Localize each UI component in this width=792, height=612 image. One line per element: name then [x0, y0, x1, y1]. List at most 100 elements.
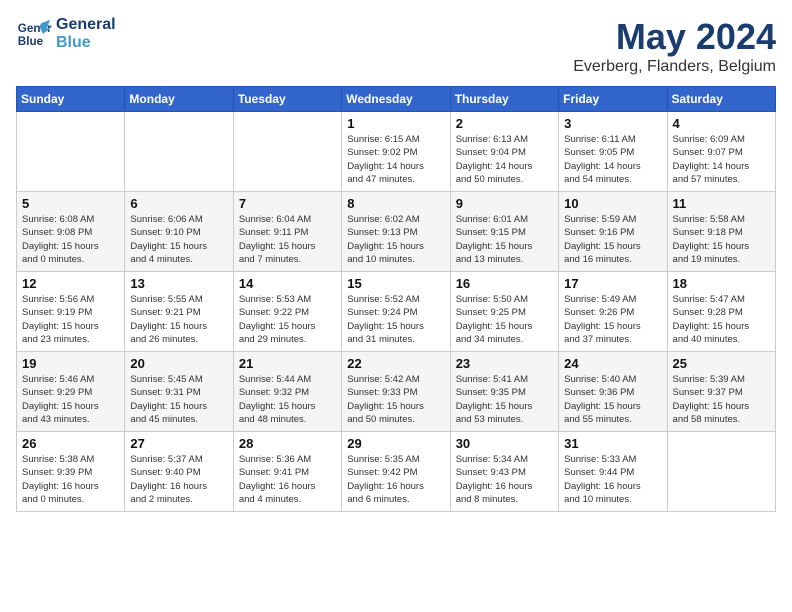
day-number: 16 [456, 276, 553, 291]
day-number: 21 [239, 356, 336, 371]
page-header: General Blue General Blue May 2024 Everb… [16, 16, 776, 76]
day-number: 6 [130, 196, 227, 211]
day-number: 30 [456, 436, 553, 451]
day-of-week-header: Wednesday [342, 87, 450, 112]
day-info: Sunrise: 5:55 AM Sunset: 9:21 PM Dayligh… [130, 293, 227, 346]
calendar-day-cell [233, 112, 341, 192]
day-info: Sunrise: 5:50 AM Sunset: 9:25 PM Dayligh… [456, 293, 553, 346]
day-info: Sunrise: 5:58 AM Sunset: 9:18 PM Dayligh… [673, 213, 770, 266]
day-info: Sunrise: 5:42 AM Sunset: 9:33 PM Dayligh… [347, 373, 444, 426]
calendar-day-cell: 10 Sunrise: 5:59 AM Sunset: 9:16 PM Dayli… [559, 192, 667, 272]
day-number: 12 [22, 276, 119, 291]
day-of-week-header: Friday [559, 87, 667, 112]
calendar-day-cell: 30Sunrise: 5:34 AM Sunset: 9:43 PM Dayli… [450, 432, 558, 512]
day-info: Sunrise: 5:52 AM Sunset: 9:24 PM Dayligh… [347, 293, 444, 346]
day-info: Sunrise: 6:09 AM Sunset: 9:07 PM Dayligh… [673, 133, 770, 186]
day-info: Sunrise: 5:46 AM Sunset: 9:29 PM Dayligh… [22, 373, 119, 426]
calendar-day-cell: 19 Sunrise: 5:46 AM Sunset: 9:29 PM Dayli… [17, 352, 125, 432]
logo-icon: General Blue [16, 16, 52, 52]
day-number: 13 [130, 276, 227, 291]
day-number: 28 [239, 436, 336, 451]
calendar-day-cell: 15 Sunrise: 5:52 AM Sunset: 9:24 PM Dayli… [342, 272, 450, 352]
day-info: Sunrise: 5:39 AM Sunset: 9:37 PM Dayligh… [673, 373, 770, 426]
day-number: 14 [239, 276, 336, 291]
title-block: May 2024 Everberg, Flanders, Belgium [573, 16, 776, 76]
day-info: Sunrise: 5:49 AM Sunset: 9:26 PM Dayligh… [564, 293, 661, 346]
day-info: Sunrise: 6:01 AM Sunset: 9:15 PM Dayligh… [456, 213, 553, 266]
calendar-day-cell: 4 Sunrise: 6:09 AM Sunset: 9:07 PM Daylig… [667, 112, 775, 192]
logo-text-line1: General [56, 16, 116, 34]
day-info: Sunrise: 5:59 AM Sunset: 9:16 PM Dayligh… [564, 213, 661, 266]
day-info: Sunrise: 5:44 AM Sunset: 9:32 PM Dayligh… [239, 373, 336, 426]
day-info: Sunrise: 6:13 AM Sunset: 9:04 PM Dayligh… [456, 133, 553, 186]
day-info: Sunrise: 5:47 AM Sunset: 9:28 PM Dayligh… [673, 293, 770, 346]
calendar-week-row: 26 Sunrise: 5:38 AM Sunset: 9:39 PM Dayli… [17, 432, 776, 512]
day-number: 17 [564, 276, 661, 291]
day-info: Sunrise: 5:41 AM Sunset: 9:35 PM Dayligh… [456, 373, 553, 426]
day-number: 15 [347, 276, 444, 291]
calendar-week-row: 19 Sunrise: 5:46 AM Sunset: 9:29 PM Dayli… [17, 352, 776, 432]
day-info: Sunrise: 6:11 AM Sunset: 9:05 PM Dayligh… [564, 133, 661, 186]
logo: General Blue General Blue [16, 16, 116, 52]
calendar-day-cell: 6 Sunrise: 6:06 AM Sunset: 9:10 PM Daylig… [125, 192, 233, 272]
calendar-day-cell: 5Sunrise: 6:08 AM Sunset: 9:08 PM Daylig… [17, 192, 125, 272]
day-of-week-header: Monday [125, 87, 233, 112]
day-number: 20 [130, 356, 227, 371]
day-info: Sunrise: 5:36 AM Sunset: 9:41 PM Dayligh… [239, 453, 336, 506]
day-number: 3 [564, 116, 661, 131]
day-number: 1 [347, 116, 444, 131]
calendar-week-row: 5Sunrise: 6:08 AM Sunset: 9:08 PM Daylig… [17, 192, 776, 272]
day-number: 25 [673, 356, 770, 371]
calendar-day-cell: 7Sunrise: 6:04 AM Sunset: 9:11 PM Daylig… [233, 192, 341, 272]
calendar-day-cell: 28 Sunrise: 5:36 AM Sunset: 9:41 PM Dayli… [233, 432, 341, 512]
calendar-day-cell: 20Sunrise: 5:45 AM Sunset: 9:31 PM Dayli… [125, 352, 233, 432]
calendar-day-cell: 1 Sunrise: 6:15 AM Sunset: 9:02 PM Daylig… [342, 112, 450, 192]
calendar-day-cell: 2Sunrise: 6:13 AM Sunset: 9:04 PM Daylig… [450, 112, 558, 192]
day-number: 24 [564, 356, 661, 371]
day-number: 26 [22, 436, 119, 451]
day-info: Sunrise: 5:37 AM Sunset: 9:40 PM Dayligh… [130, 453, 227, 506]
day-number: 11 [673, 196, 770, 211]
calendar-day-cell: 17 Sunrise: 5:49 AM Sunset: 9:26 PM Dayli… [559, 272, 667, 352]
calendar-day-cell [667, 432, 775, 512]
day-info: Sunrise: 5:38 AM Sunset: 9:39 PM Dayligh… [22, 453, 119, 506]
calendar-day-cell: 22 Sunrise: 5:42 AM Sunset: 9:33 PM Dayli… [342, 352, 450, 432]
calendar-day-cell: 26 Sunrise: 5:38 AM Sunset: 9:39 PM Dayli… [17, 432, 125, 512]
calendar-week-row: 12 Sunrise: 5:56 AM Sunset: 9:19 PM Dayli… [17, 272, 776, 352]
calendar-day-cell: 23Sunrise: 5:41 AM Sunset: 9:35 PM Dayli… [450, 352, 558, 432]
calendar-header-row: SundayMondayTuesdayWednesdayThursdayFrid… [17, 87, 776, 112]
logo-text-line2: Blue [56, 34, 116, 52]
day-info: Sunrise: 6:02 AM Sunset: 9:13 PM Dayligh… [347, 213, 444, 266]
day-of-week-header: Saturday [667, 87, 775, 112]
day-info: Sunrise: 5:56 AM Sunset: 9:19 PM Dayligh… [22, 293, 119, 346]
day-number: 4 [673, 116, 770, 131]
day-number: 9 [456, 196, 553, 211]
day-of-week-header: Tuesday [233, 87, 341, 112]
day-number: 10 [564, 196, 661, 211]
day-number: 19 [22, 356, 119, 371]
location: Everberg, Flanders, Belgium [573, 58, 776, 76]
day-info: Sunrise: 6:15 AM Sunset: 9:02 PM Dayligh… [347, 133, 444, 186]
calendar-week-row: 1 Sunrise: 6:15 AM Sunset: 9:02 PM Daylig… [17, 112, 776, 192]
day-number: 29 [347, 436, 444, 451]
calendar-day-cell: 3 Sunrise: 6:11 AM Sunset: 9:05 PM Daylig… [559, 112, 667, 192]
day-number: 8 [347, 196, 444, 211]
calendar-day-cell: 21 Sunrise: 5:44 AM Sunset: 9:32 PM Dayli… [233, 352, 341, 432]
day-info: Sunrise: 6:06 AM Sunset: 9:10 PM Dayligh… [130, 213, 227, 266]
day-number: 31 [564, 436, 661, 451]
month-title: May 2024 [573, 16, 776, 58]
calendar-day-cell: 27Sunrise: 5:37 AM Sunset: 9:40 PM Dayli… [125, 432, 233, 512]
calendar-day-cell: 13 Sunrise: 5:55 AM Sunset: 9:21 PM Dayli… [125, 272, 233, 352]
calendar-day-cell: 11 Sunrise: 5:58 AM Sunset: 9:18 PM Dayli… [667, 192, 775, 272]
calendar-day-cell: 12 Sunrise: 5:56 AM Sunset: 9:19 PM Dayli… [17, 272, 125, 352]
day-number: 22 [347, 356, 444, 371]
day-number: 18 [673, 276, 770, 291]
calendar-day-cell: 9 Sunrise: 6:01 AM Sunset: 9:15 PM Daylig… [450, 192, 558, 272]
calendar-day-cell: 31Sunrise: 5:33 AM Sunset: 9:44 PM Dayli… [559, 432, 667, 512]
day-of-week-header: Sunday [17, 87, 125, 112]
day-number: 7 [239, 196, 336, 211]
calendar-day-cell [17, 112, 125, 192]
day-of-week-header: Thursday [450, 87, 558, 112]
day-number: 5 [22, 196, 119, 211]
calendar-day-cell: 16 Sunrise: 5:50 AM Sunset: 9:25 PM Dayli… [450, 272, 558, 352]
